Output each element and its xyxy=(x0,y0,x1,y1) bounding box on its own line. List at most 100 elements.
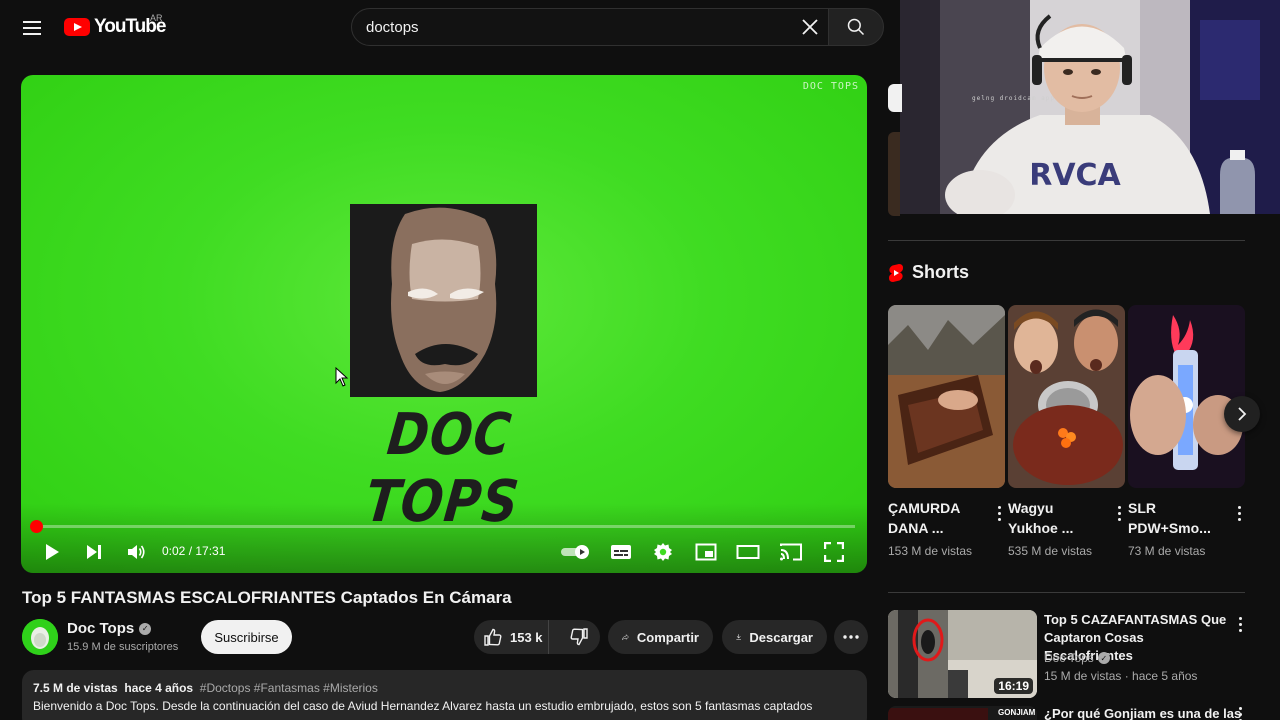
like-dislike-group: 153 k xyxy=(474,620,600,654)
search-icon xyxy=(847,18,865,36)
face-illustration xyxy=(350,204,537,397)
like-count: 153 k xyxy=(510,629,543,645)
short-views: 535 M de vistas xyxy=(1008,544,1093,558)
video-player[interactable]: DOC TOPS DOC TOPS 0:02 / 17:31 xyxy=(21,75,867,573)
verified-check-icon: ✓ xyxy=(139,622,152,635)
play-button[interactable] xyxy=(37,537,67,567)
short-thumbnail-image xyxy=(1128,305,1245,488)
more-dot xyxy=(1237,517,1241,521)
more-vertical-icon xyxy=(1238,706,1242,710)
shorts-header: Shorts xyxy=(888,262,969,283)
short-thumbnail-image xyxy=(1008,305,1125,488)
fullscreen-button[interactable] xyxy=(819,537,849,567)
autoplay-toggle[interactable] xyxy=(559,537,593,567)
more-dot xyxy=(1117,517,1121,521)
short-title[interactable]: SLR PDW+Smo... xyxy=(1128,498,1220,538)
view-count: 7.5 M de vistas xyxy=(33,681,118,695)
next-button[interactable] xyxy=(79,537,109,567)
subtitles-button[interactable] xyxy=(606,537,636,567)
short-item[interactable]: Wagyu Yukhoe ... 535 M de vistas xyxy=(1008,305,1125,560)
more-vertical-icon xyxy=(1237,505,1241,509)
short-thumbnail[interactable] xyxy=(888,305,1005,488)
video-duration: 16:19 xyxy=(994,678,1033,694)
short-more-button[interactable] xyxy=(991,501,1007,525)
webcam-feed-illustration: RVCA xyxy=(900,0,1280,214)
menu-button[interactable] xyxy=(16,12,48,44)
settings-button[interactable] xyxy=(648,537,678,567)
short-item[interactable]: SLR PDW+Smo... 73 M de vistas xyxy=(1128,305,1245,560)
short-title[interactable]: ÇAMURDA DANA ... xyxy=(888,498,980,538)
theater-mode-button[interactable] xyxy=(733,537,763,567)
hamburger-icon-line xyxy=(23,33,41,35)
hashtags[interactable]: #Doctops #Fantasmas #Misterios xyxy=(200,681,378,695)
volume-button[interactable] xyxy=(121,537,151,567)
thumbs-down-icon xyxy=(570,628,588,646)
more-dot xyxy=(997,517,1001,521)
short-more-button[interactable] xyxy=(1111,501,1127,525)
clear-search-button[interactable] xyxy=(798,15,822,39)
short-views: 73 M de vistas xyxy=(1128,544,1206,558)
description-box[interactable]: 7.5 M de vistas hace 4 años #Doctops #Fa… xyxy=(22,670,867,720)
shorts-icon xyxy=(889,263,903,282)
search-input[interactable] xyxy=(366,9,786,45)
short-thumbnail[interactable] xyxy=(1128,305,1245,488)
recommended-thumbnail[interactable]: GONJIAM xyxy=(888,706,1037,720)
more-dot xyxy=(1238,712,1242,716)
theater-mode-icon xyxy=(736,545,760,559)
scrubber-handle[interactable] xyxy=(30,520,43,533)
recommended-video[interactable]: GONJIAM ¿Por qué Gonjiam es una de las xyxy=(888,706,1248,720)
channel-name[interactable]: Doc Tops ✓ xyxy=(67,620,152,637)
secondary-thumbnail[interactable] xyxy=(888,132,900,216)
recommended-title[interactable]: ¿Por qué Gonjiam es una de las xyxy=(1044,706,1241,720)
more-vertical-icon xyxy=(997,505,1001,509)
more-dot xyxy=(1238,628,1242,632)
channel-name-text: Doc Tops xyxy=(67,620,135,637)
recommended-video[interactable]: 16:19 Top 5 CAZAFANTASMAS Que Captaron C… xyxy=(888,610,1248,698)
more-actions-button[interactable] xyxy=(834,620,868,654)
search-box xyxy=(351,8,829,46)
description-text: Bienvenido a Doc Tops. Desde la continua… xyxy=(33,699,813,713)
filter-chip[interactable] xyxy=(888,84,902,112)
recommended-thumbnail[interactable]: 16:19 xyxy=(888,610,1037,698)
divider xyxy=(888,592,1245,593)
recommended-meta: 15 M de vistas · hace 5 años xyxy=(1044,669,1198,683)
short-thumbnail[interactable] xyxy=(1008,305,1125,488)
close-icon xyxy=(802,19,818,35)
hamburger-icon xyxy=(23,21,41,23)
subscribe-button[interactable]: Suscribirse xyxy=(201,620,292,654)
video-title: Top 5 FANTASMAS ESCALOFRIANTES Captados … xyxy=(22,588,512,607)
recommended-channel[interactable]: Doc Tops ✓ xyxy=(1044,651,1110,665)
verified-check-icon: ✓ xyxy=(1097,652,1110,664)
thumbs-up-icon xyxy=(484,628,502,646)
recommended-more-button[interactable] xyxy=(1234,706,1246,720)
like-button[interactable]: 153 k xyxy=(474,620,550,654)
chevron-right-icon xyxy=(1238,407,1247,421)
short-more-button[interactable] xyxy=(1231,501,1247,525)
channel-avatar[interactable] xyxy=(22,619,58,655)
volume-icon xyxy=(128,545,145,559)
miniplayer-button[interactable] xyxy=(691,537,721,567)
shorts-heading: Shorts xyxy=(912,262,970,282)
share-button[interactable]: Compartir xyxy=(608,620,713,654)
mouse-cursor-icon xyxy=(335,367,349,387)
video-watermark: DOC TOPS xyxy=(802,81,859,92)
short-item[interactable]: ÇAMURDA DANA ... 153 M de vistas xyxy=(888,305,1005,560)
download-button[interactable]: Descargar xyxy=(722,620,827,654)
search-button[interactable] xyxy=(828,8,884,46)
more-vertical-icon xyxy=(1238,616,1242,620)
thumbnail-text: GONJIAM xyxy=(998,708,1036,717)
shorts-next-button[interactable] xyxy=(1224,396,1260,432)
short-title[interactable]: Wagyu Yukhoe ... xyxy=(1008,498,1100,538)
miniplayer-icon xyxy=(695,543,717,561)
subtitles-icon xyxy=(611,545,631,559)
recommended-more-button[interactable] xyxy=(1234,614,1246,634)
channel-logo-face xyxy=(350,204,537,397)
cast-button[interactable] xyxy=(776,537,806,567)
dislike-button[interactable] xyxy=(557,620,600,654)
webcam-label: gelng droidcam app xyxy=(972,95,1056,102)
short-thumbnail-image xyxy=(888,305,1005,488)
fullscreen-icon xyxy=(824,542,844,562)
progress-bar[interactable] xyxy=(30,520,855,533)
download-label: Descargar xyxy=(749,629,813,645)
upload-age: hace 4 años xyxy=(124,681,194,695)
